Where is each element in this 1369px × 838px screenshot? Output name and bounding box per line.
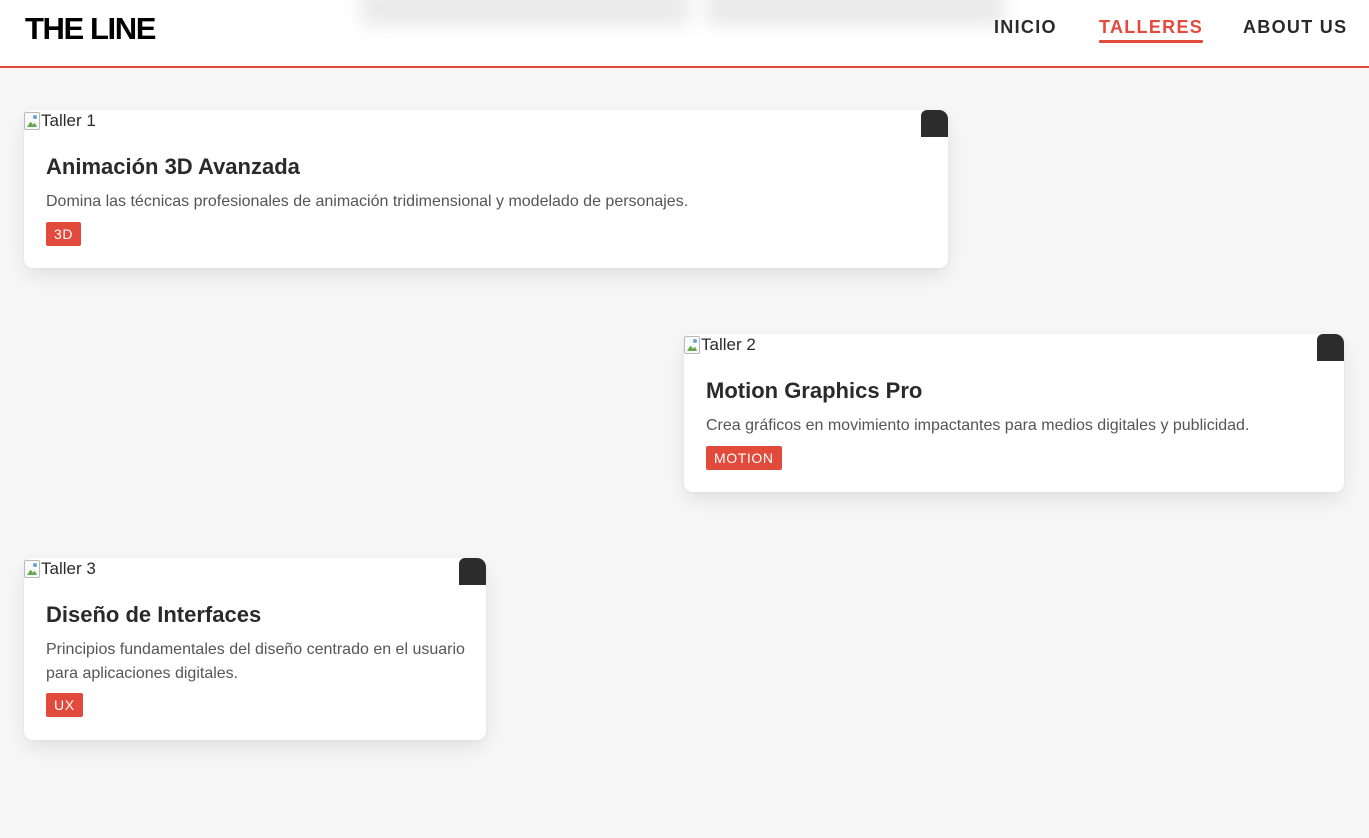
workshop-image: Taller 2 [684,334,756,356]
site-logo[interactable]: THE LINE [25,11,156,47]
workshop-card[interactable]: Taller 2 Motion Graphics Pro Crea gráfic… [684,334,1344,492]
workshop-description: Crea gráficos en movimiento impactantes … [706,417,1250,434]
workshop-tag: MOTION [706,446,782,470]
workshop-tag: UX [46,693,83,717]
broken-image-icon [24,560,40,578]
workshop-title: Animación 3D Avanzada [46,154,300,179]
workshop-image: Taller 3 [24,558,96,580]
workshop-description: Principios fundamentales del diseño cent… [46,641,465,682]
card-corner-accent [1317,334,1344,361]
nav-inicio[interactable]: INICIO [994,17,1057,37]
card-corner-accent [921,110,948,137]
workshop-title: Diseño de Interfaces [46,602,262,627]
site-header: THE LINE INICIO TALLERES ABOUT US [0,0,1369,68]
workshop-tag: 3D [46,222,82,246]
workshop-card[interactable]: Taller 1 Animación 3D Avanzada Domina la… [24,110,948,268]
card-corner-accent [459,558,486,585]
broken-image-icon [684,336,700,354]
image-alt-text: Taller 1 [41,111,96,130]
nav-about-us[interactable]: ABOUT US [1243,17,1347,37]
workshop-image: Taller 1 [24,110,96,132]
blurred-background-bar [360,0,690,26]
workshop-title: Motion Graphics Pro [706,378,923,403]
broken-image-icon [24,112,40,130]
image-alt-text: Taller 2 [701,335,756,354]
nav-talleres[interactable]: TALLERES [1099,17,1204,43]
workshop-card[interactable]: Taller 3 Diseño de Interfaces Principios… [24,558,486,740]
image-alt-text: Taller 3 [41,559,96,578]
blurred-background-bar [705,0,1005,26]
workshop-description: Domina las técnicas profesionales de ani… [46,193,689,210]
